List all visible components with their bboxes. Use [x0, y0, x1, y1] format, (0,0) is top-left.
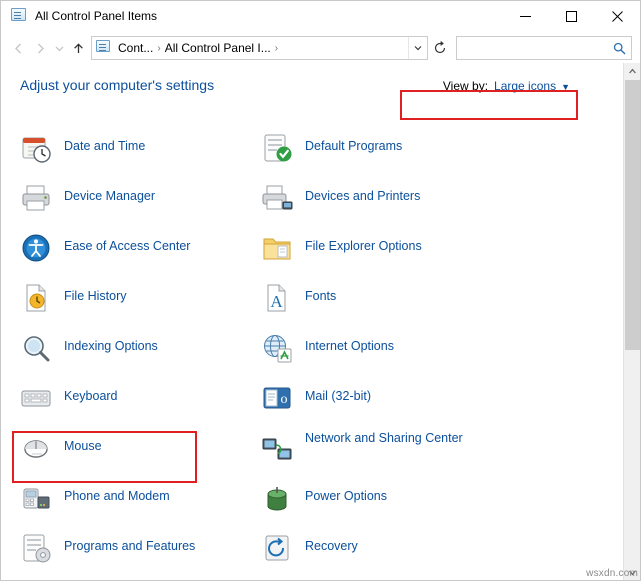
recent-locations-chevron-down-icon[interactable] [51, 37, 67, 59]
content-area: Adjust your computer's settings View by:… [1, 64, 640, 580]
item-label[interactable]: Network and Sharing Center [305, 426, 463, 446]
devices-printers-icon [261, 182, 293, 214]
item-label[interactable]: Power Options [305, 476, 387, 504]
breadcrumb-item-1[interactable]: All Control Panel I... [163, 41, 273, 55]
item-label[interactable]: Keyboard [64, 376, 118, 404]
breadcrumb-item-0[interactable]: Cont... [116, 41, 155, 55]
mouse-icon [20, 432, 52, 464]
items-column-right: Default Programs Devices and Printers Fi… [261, 126, 511, 576]
forward-arrow-icon[interactable] [29, 37, 51, 59]
page-title: Adjust your computer's settings [20, 77, 215, 93]
svg-text:A: A [270, 292, 283, 311]
item-fonts[interactable]: A Fonts [261, 276, 511, 326]
maximize-button[interactable] [548, 1, 594, 31]
item-label[interactable]: Programs and Features [64, 526, 195, 554]
network-sharing-icon [261, 432, 293, 464]
item-file-explorer-options[interactable]: File Explorer Options [261, 226, 511, 276]
window-title: All Control Panel Items [35, 9, 158, 23]
watermark: wsxdn.com [586, 568, 638, 579]
file-history-icon [20, 282, 52, 314]
item-label[interactable]: Date and Time [64, 126, 145, 154]
window-controls [502, 1, 640, 31]
control-panel-items: Date and Time Device Manager Ease of Acc… [1, 126, 622, 580]
item-label[interactable]: Devices and Printers [305, 176, 420, 204]
address-toolbar: Cont... › All Control Panel I... › [1, 32, 640, 64]
item-mouse[interactable]: Mouse [20, 426, 270, 476]
item-label[interactable]: Mouse [64, 426, 102, 454]
item-keyboard[interactable]: Keyboard [20, 376, 270, 426]
scroll-up-chevron-up-icon[interactable] [624, 63, 640, 80]
keyboard-icon [20, 382, 52, 414]
item-label[interactable]: File Explorer Options [305, 226, 422, 254]
accessibility-icon [20, 232, 52, 264]
item-network-and-sharing-center[interactable]: Network and Sharing Center [261, 426, 511, 476]
internet-options-icon [261, 332, 293, 364]
refresh-icon[interactable] [428, 36, 452, 60]
view-by-control[interactable]: View by: Large icons ▼ [443, 79, 570, 93]
item-mail-32-bit[interactable]: o Mail (32-bit) [261, 376, 511, 426]
address-bar[interactable]: Cont... › All Control Panel I... › [91, 36, 428, 60]
power-options-icon [261, 482, 293, 514]
item-label[interactable]: Indexing Options [64, 326, 158, 354]
item-label[interactable]: Ease of Access Center [64, 226, 190, 254]
mail-icon: o [261, 382, 293, 414]
vertical-scrollbar[interactable] [623, 63, 640, 580]
item-programs-and-features[interactable]: Programs and Features [20, 526, 270, 576]
search-box[interactable] [456, 36, 632, 60]
item-label[interactable]: Phone and Modem [64, 476, 170, 504]
breadcrumb-separator-1: › [274, 42, 279, 54]
fonts-icon: A [261, 282, 293, 314]
item-label[interactable]: Fonts [305, 276, 336, 304]
printer-device-icon [20, 182, 52, 214]
item-recovery[interactable]: Recovery [261, 526, 511, 576]
item-label[interactable]: Device Manager [64, 176, 155, 204]
item-ease-of-access-center[interactable]: Ease of Access Center [20, 226, 270, 276]
folder-options-icon [261, 232, 293, 264]
scrollbar-thumb[interactable] [625, 80, 640, 350]
recovery-icon [261, 532, 293, 564]
address-chevron-down-icon[interactable] [408, 37, 427, 59]
back-arrow-icon[interactable] [7, 37, 29, 59]
item-default-programs[interactable]: Default Programs [261, 126, 511, 176]
breadcrumb-separator-0: › [157, 42, 161, 54]
up-arrow-icon[interactable] [67, 37, 89, 59]
item-devices-and-printers[interactable]: Devices and Printers [261, 176, 511, 226]
control-panel-icon [11, 8, 27, 24]
item-indexing-options[interactable]: Indexing Options [20, 326, 270, 376]
item-power-options[interactable]: Power Options [261, 476, 511, 526]
calendar-clock-icon [20, 132, 52, 164]
item-label[interactable]: Default Programs [305, 126, 402, 154]
view-by-value[interactable]: Large icons [494, 79, 556, 93]
item-label[interactable]: Internet Options [305, 326, 394, 354]
view-by-highlight [400, 90, 578, 120]
item-internet-options[interactable]: Internet Options [261, 326, 511, 376]
item-label[interactable]: Recovery [305, 526, 358, 554]
item-file-history[interactable]: File History [20, 276, 270, 326]
title-bar: All Control Panel Items [1, 1, 640, 32]
item-label[interactable]: File History [64, 276, 127, 304]
item-phone-and-modem[interactable]: Phone and Modem [20, 476, 270, 526]
chevron-down-icon[interactable]: ▼ [561, 82, 570, 92]
item-label[interactable]: Mail (32-bit) [305, 376, 371, 404]
item-date-and-time[interactable]: Date and Time [20, 126, 270, 176]
phone-modem-icon [20, 482, 52, 514]
search-icon[interactable] [607, 42, 631, 55]
items-column-left: Date and Time Device Manager Ease of Acc… [20, 126, 270, 576]
close-button[interactable] [594, 1, 640, 31]
control-panel-window: All Control Panel Items Cont... › All Co… [0, 0, 641, 581]
programs-features-icon [20, 532, 52, 564]
minimize-button[interactable] [502, 1, 548, 31]
address-control-panel-icon [96, 40, 112, 56]
item-device-manager[interactable]: Device Manager [20, 176, 270, 226]
view-by-label: View by: [442, 79, 489, 93]
default-programs-icon [261, 132, 293, 164]
svg-text:o: o [281, 392, 288, 407]
magnifier-indexing-icon [20, 332, 52, 364]
